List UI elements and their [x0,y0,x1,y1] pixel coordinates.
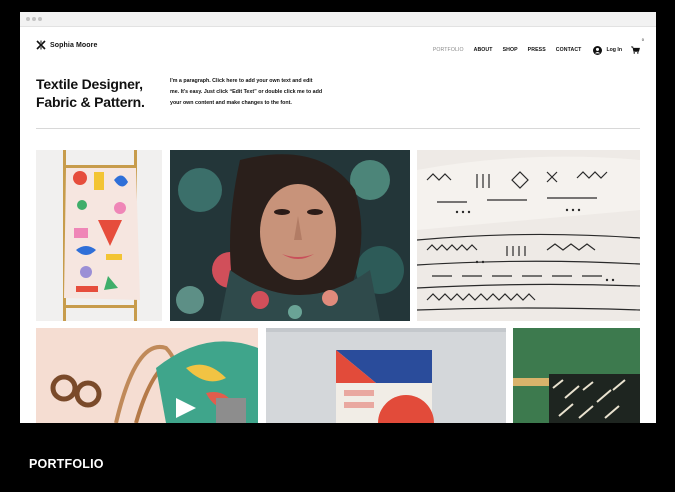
user-avatar-icon [593,45,603,55]
nav-item-about[interactable]: ABOUT [474,47,493,53]
footer-caption: PORTFOLIO [29,457,104,471]
hero-title: Textile Designer, Fabric & Pattern. [36,75,166,111]
login-button[interactable]: Log In [593,45,622,55]
paragraph-line: your own content and make changes to the… [170,100,292,106]
site-logo[interactable]: Sophia Moore [36,40,97,50]
gallery-image-fabric-stack[interactable] [417,150,640,321]
main-nav: PORTFOLIO ABOUT SHOP PRESS CONTACT Log I… [423,37,644,59]
gallery-image-ladder-scarf[interactable] [36,150,162,321]
logo-mark-icon [36,40,46,50]
nav-item-press[interactable]: PRESS [528,47,546,53]
hero-paragraph: I'm a paragraph. Click here to add your … [170,76,340,109]
paragraph-line: I'm a paragraph. Click here to add your … [170,78,313,84]
cart-icon [631,46,640,54]
window-dot-icon [32,17,36,21]
geometric-print-image [266,328,506,423]
site-name: Sophia Moore [50,41,98,49]
ladder-scarf-image [36,150,162,321]
cart-count-badge: 0 [641,37,644,42]
nav-item-shop[interactable]: SHOP [503,47,518,53]
gallery-image-geometric-print[interactable] [266,328,506,423]
gallery-image-green-fabric[interactable] [513,328,640,423]
login-label: Log In [606,47,622,53]
fabric-stack-image [417,150,640,321]
woman-scarf-image [170,150,410,321]
gallery-image-tote-bag[interactable] [36,328,258,423]
nav-item-contact[interactable]: CONTACT [556,47,582,53]
window-dot-icon [38,17,42,21]
tote-bag-image [36,328,258,423]
cart-button[interactable]: 0 [631,37,644,59]
browser-frame: Sophia Moore PORTFOLIO ABOUT SHOP PRESS … [20,12,656,423]
nav-item-portfolio[interactable]: PORTFOLIO [433,47,464,53]
section-divider [36,128,640,129]
hero-title-line: Fabric & Pattern. [36,94,145,110]
hero-title-line: Textile Designer, [36,76,143,92]
paragraph-line: me. It's easy. Just click “Edit Text” or… [170,89,323,95]
browser-chrome [20,12,656,27]
window-dot-icon [26,17,30,21]
gallery-image-woman-scarf[interactable] [170,150,410,321]
green-fabric-image [513,328,640,423]
